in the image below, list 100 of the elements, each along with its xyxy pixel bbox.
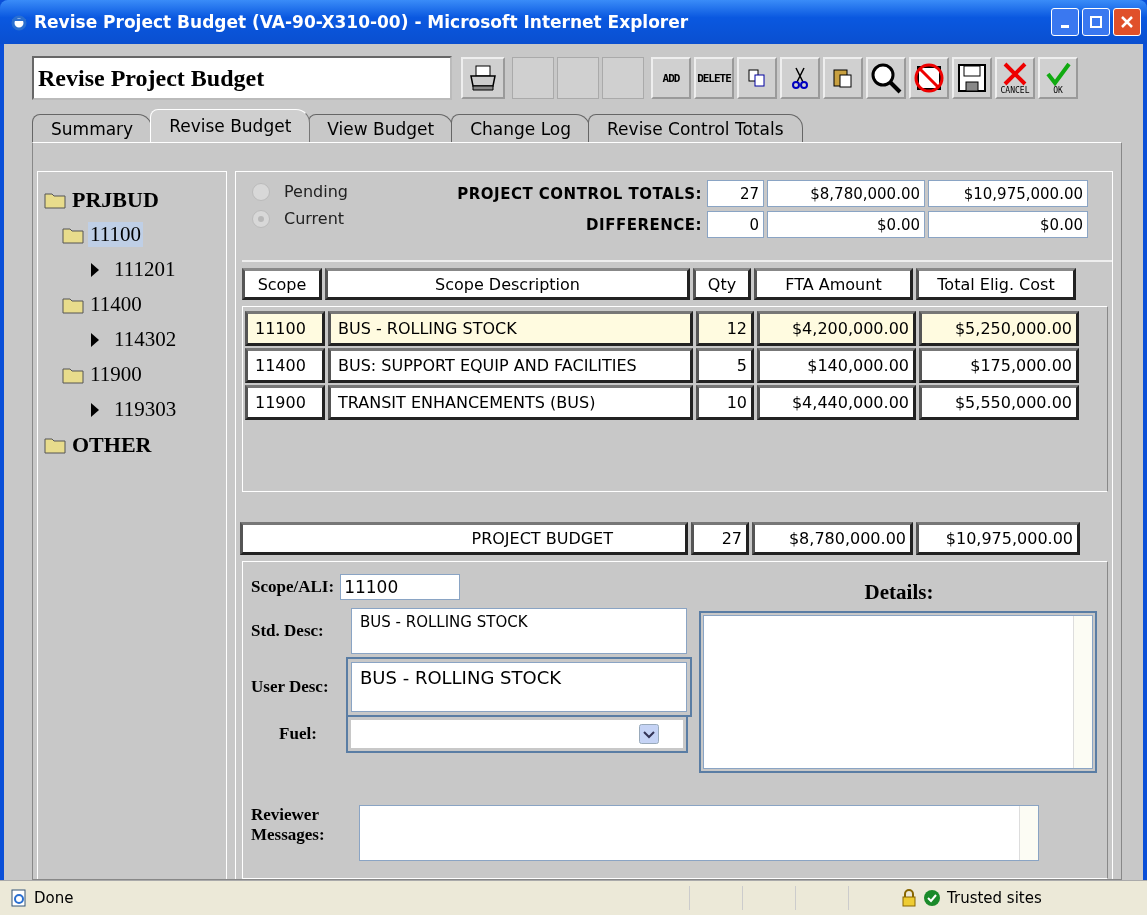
- totals-field: $0.00: [928, 211, 1088, 238]
- copy-button[interactable]: [737, 57, 777, 99]
- status-text: Done: [34, 889, 74, 907]
- scrollbar[interactable]: [1073, 616, 1092, 768]
- table-row[interactable]: 11900 TRANSIT ENHANCEMENTS (BUS) 10 $4,440,000.00 $5,550,000.00: [245, 385, 1107, 420]
- totals-field: $10,975,000.00: [928, 180, 1088, 207]
- clipboard-icon: [832, 67, 854, 89]
- radio-label: Pending: [284, 182, 348, 201]
- tree-item[interactable]: 119303: [112, 397, 179, 422]
- table-cell: $5,550,000.00: [919, 385, 1079, 420]
- folder-icon: [44, 435, 66, 454]
- table-cell: 11100: [245, 311, 325, 346]
- reviewer-messages-field[interactable]: [359, 804, 1039, 861]
- printer-icon: [468, 64, 498, 92]
- tree-item[interactable]: 111201: [112, 257, 178, 282]
- radio-label: Current: [284, 209, 345, 228]
- totals-field: 0: [707, 211, 764, 238]
- empty-toolbar-slot: [512, 57, 554, 99]
- tree-item[interactable]: 11100: [88, 222, 143, 247]
- paste-button[interactable]: [823, 57, 863, 99]
- tab[interactable]: Revise Control Totals: [588, 114, 803, 142]
- column-header: Total Elig. Cost: [916, 268, 1076, 300]
- tree-item[interactable]: OTHER: [70, 431, 154, 458]
- close-icon: [1121, 16, 1133, 28]
- scope-field[interactable]: 11100: [340, 574, 461, 600]
- std-desc-field[interactable]: BUS - ROLLING STOCK: [351, 608, 687, 654]
- field-label: Fuel:: [278, 724, 318, 744]
- lock-icon: [901, 889, 917, 907]
- ok-button[interactable]: OK: [1038, 57, 1078, 99]
- field-label: Std. Desc:: [251, 621, 325, 641]
- table-cell: BUS - ROLLING STOCK: [328, 311, 693, 346]
- security-zone: Trusted sites: [947, 889, 1043, 907]
- no-disk-icon: [913, 62, 945, 94]
- search-icon: [870, 62, 902, 94]
- table-cell: 11900: [245, 385, 325, 420]
- table-cell: 11400: [245, 348, 325, 383]
- folder-icon: [62, 295, 84, 314]
- tab[interactable]: Change Log: [451, 114, 591, 142]
- caret-icon: [90, 401, 100, 418]
- totals-field: $8,780,000.00: [767, 180, 925, 207]
- tab[interactable]: View Budget: [308, 114, 454, 142]
- totals-field: $0.00: [767, 211, 925, 238]
- scrollbar[interactable]: [1019, 805, 1038, 860]
- page-title: Revise Project Budget: [32, 56, 452, 100]
- cut-button[interactable]: [780, 57, 820, 99]
- print-button[interactable]: [461, 57, 505, 99]
- no-save-button[interactable]: [909, 57, 949, 99]
- caret-icon: [90, 331, 100, 348]
- table-row[interactable]: 11100 BUS - ROLLING STOCK 12 $4,200,000.00 $5,250,000.00: [245, 311, 1107, 346]
- field-label: Reviewer Messages:: [251, 804, 326, 845]
- empty-toolbar-slot: [602, 57, 644, 99]
- budget-cell: $10,975,000.00: [916, 522, 1080, 555]
- button-caption: CANCEL: [1000, 85, 1030, 95]
- checkmark-icon: [1045, 61, 1071, 86]
- table-cell: 5: [696, 348, 754, 383]
- tree-item[interactable]: 11400: [88, 292, 144, 317]
- maximize-button[interactable]: [1082, 8, 1110, 36]
- search-button[interactable]: [866, 57, 906, 99]
- table-cell: BUS: SUPPORT EQUIP AND FACILITIES: [328, 348, 693, 383]
- tab[interactable]: Revise Budget: [150, 109, 311, 142]
- tree-item[interactable]: PRJBUD: [70, 186, 161, 213]
- table-row[interactable]: 11400 BUS: SUPPORT EQUIP AND FACILITIES 5 $140,000.00 $175,000.00: [245, 348, 1107, 383]
- field-label: User Desc:: [251, 677, 330, 697]
- column-header: Scope: [242, 268, 322, 300]
- folder-icon: [62, 365, 84, 384]
- budget-label: PROJECT BUDGET: [240, 522, 688, 555]
- table-cell: TRANSIT ENHANCEMENTS (BUS): [328, 385, 693, 420]
- toolbar-button[interactable]: DELETE: [694, 57, 734, 99]
- totals-field: 27: [707, 180, 764, 207]
- scissors-icon: [791, 66, 809, 90]
- budget-cell: $8,780,000.00: [752, 522, 913, 555]
- page-icon: [10, 889, 28, 907]
- table-cell: $4,200,000.00: [757, 311, 916, 346]
- table-cell: $5,250,000.00: [919, 311, 1079, 346]
- tab[interactable]: Summary: [32, 114, 153, 142]
- cancel-button[interactable]: CANCEL: [995, 57, 1035, 99]
- caret-icon: [90, 261, 100, 278]
- column-header: FTA Amount: [754, 268, 913, 300]
- check-icon: [923, 889, 941, 907]
- totals-label: PROJECT CONTROL TOTALS:: [456, 184, 703, 203]
- budget-cell: 27: [691, 522, 749, 555]
- copy-icon: [747, 68, 767, 88]
- toolbar-button[interactable]: ADD: [651, 57, 691, 99]
- table-cell: $4,440,000.00: [757, 385, 916, 420]
- tree-item[interactable]: 114302: [112, 327, 179, 352]
- save-button[interactable]: [952, 57, 992, 99]
- totals-label: DIFFERENCE:: [585, 215, 703, 234]
- column-header: Qty: [693, 268, 751, 300]
- table-cell: 12: [696, 311, 754, 346]
- field-label: Scope/ALI:: [251, 577, 335, 597]
- table-cell: $175,000.00: [919, 348, 1079, 383]
- minimize-icon: [1061, 24, 1069, 28]
- table-cell: $140,000.00: [757, 348, 916, 383]
- column-header: Scope Description: [325, 268, 690, 300]
- close-button[interactable]: [1113, 8, 1141, 36]
- minimize-button[interactable]: [1051, 8, 1079, 36]
- folder-icon: [44, 190, 66, 209]
- tree-item[interactable]: 11900: [88, 362, 144, 387]
- maximize-icon: [1090, 16, 1102, 28]
- empty-toolbar-slot: [557, 57, 599, 99]
